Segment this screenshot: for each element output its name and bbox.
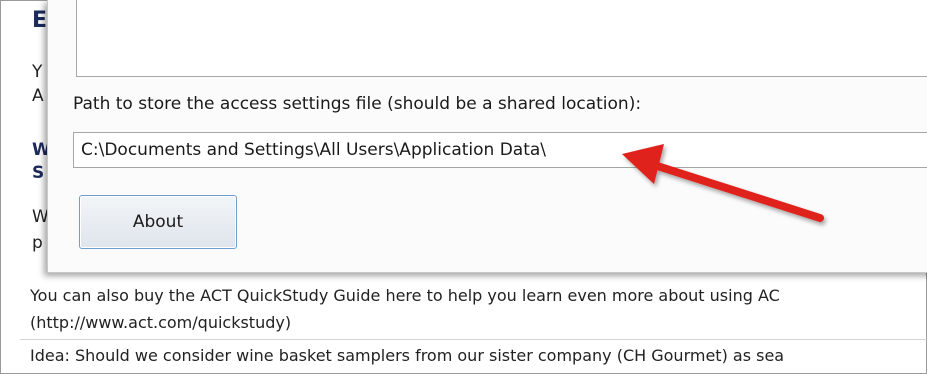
- arrow-head: [622, 144, 664, 184]
- red-arrow-annotation: [622, 144, 824, 222]
- arrow-shaft: [644, 159, 824, 222]
